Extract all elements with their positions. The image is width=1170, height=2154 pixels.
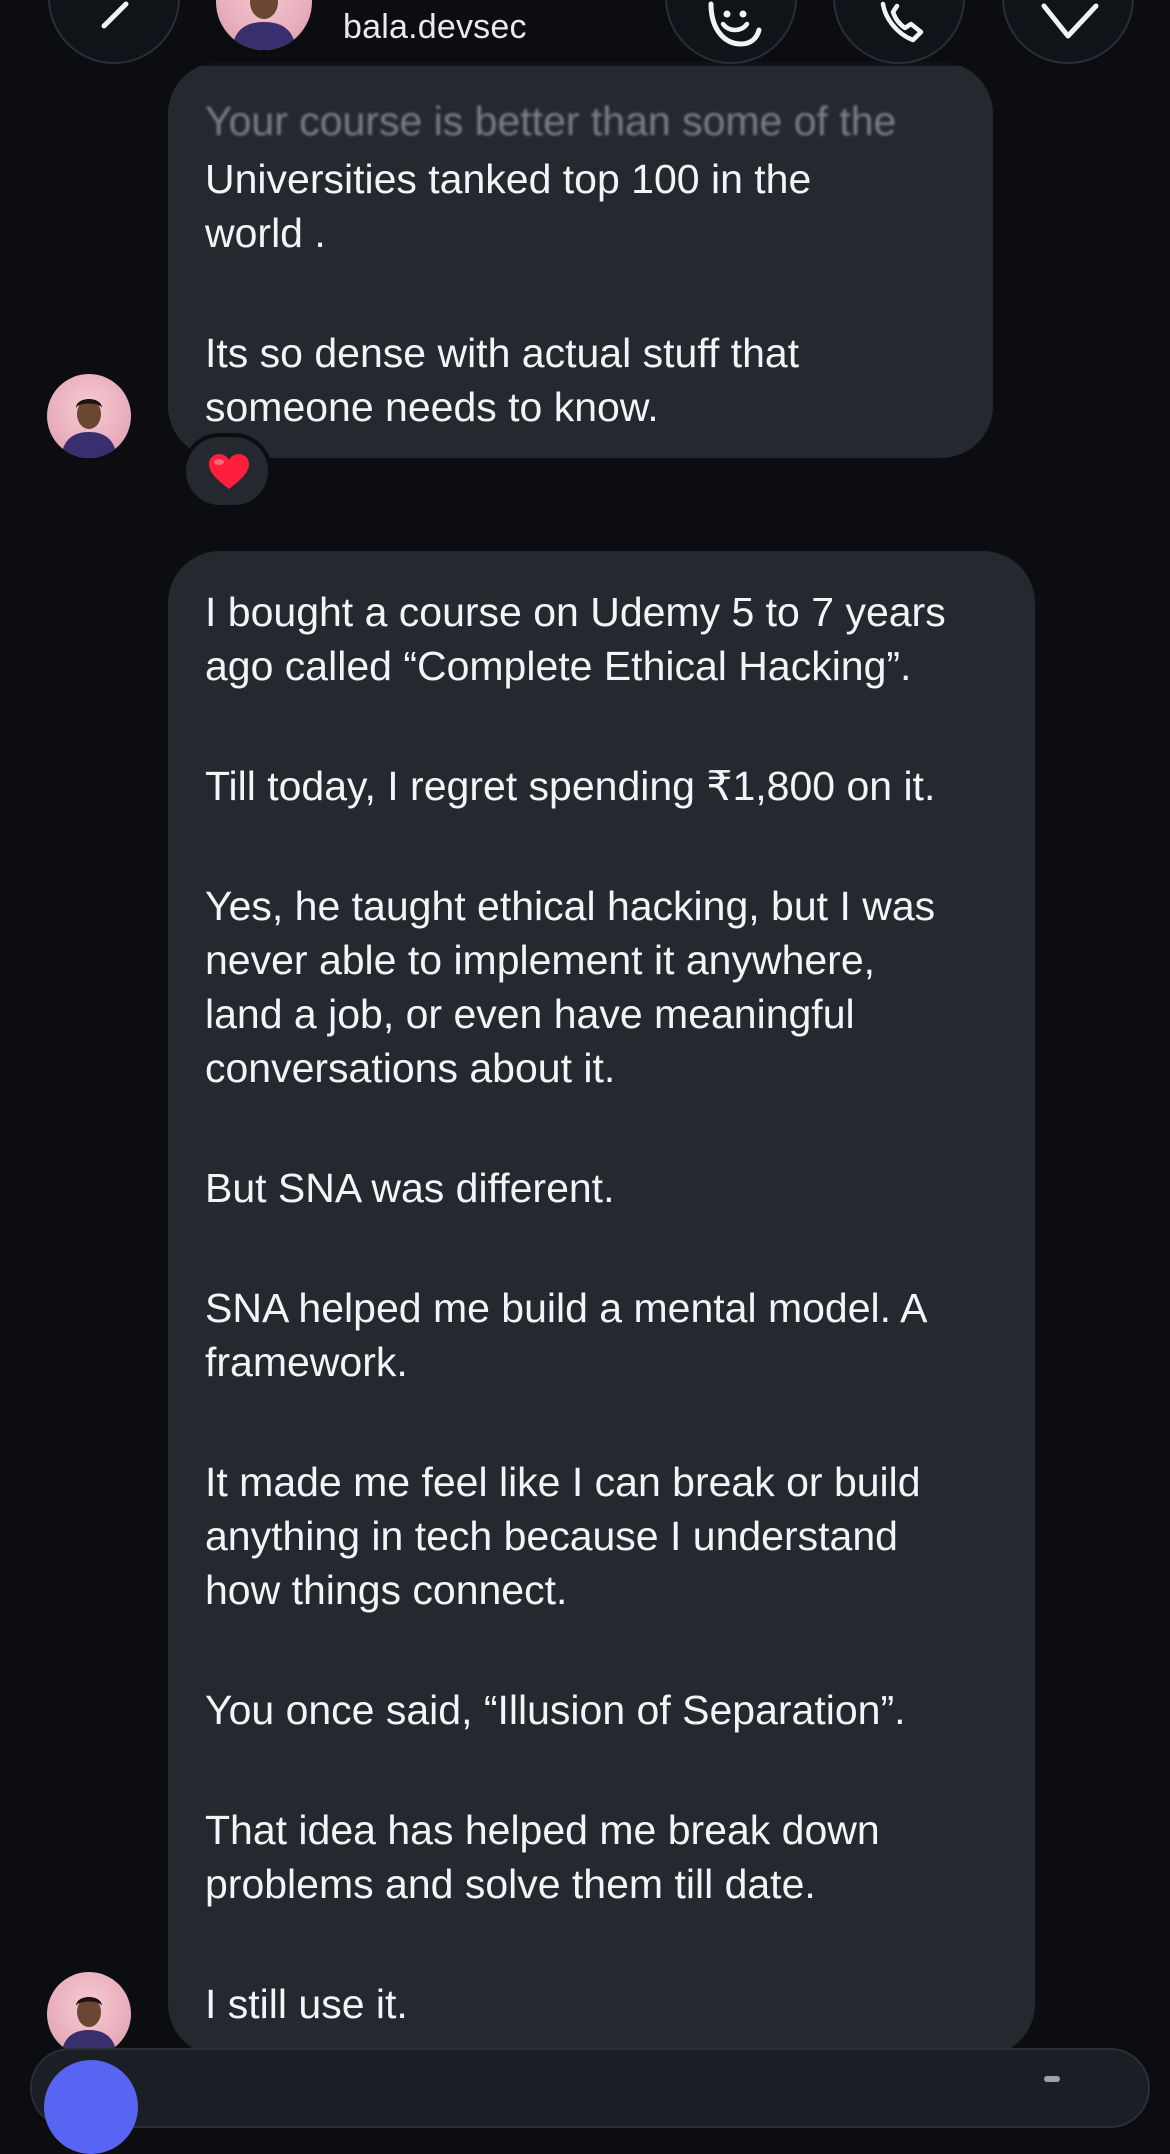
header-username[interactable]: bala.devsec — [343, 8, 527, 47]
heart-icon — [209, 454, 249, 489]
chevron-left-icon — [101, 1, 129, 29]
phone-icon — [880, 1, 924, 43]
message-paragraph: I still use it. — [205, 1981, 408, 2027]
message-paragraph: You once said, “Illusion of Separation”. — [205, 1687, 906, 1733]
message-paragraph: But SNA was different. — [205, 1165, 615, 1211]
camera-button[interactable] — [44, 2060, 138, 2154]
message-composer[interactable] — [30, 2048, 1150, 2128]
message-paragraph: I bought a course on Udemy 5 to 7 years … — [205, 589, 946, 689]
tag-icon — [1041, 3, 1099, 39]
message-paragraph: Universities tanked top 100 in the world… — [205, 156, 812, 256]
message-paragraph: Its so dense with actual stuff that some… — [205, 330, 800, 430]
avatar-person-icon — [61, 399, 117, 458]
message-bubble[interactable]: I bought a course on Udemy 5 to 7 years … — [168, 551, 1035, 2056]
message-paragraph: SNA helped me build a mental model. A fr… — [205, 1285, 928, 1385]
composer-handle — [1044, 2076, 1060, 2082]
sender-avatar[interactable] — [47, 1972, 131, 2056]
avatar-person-icon — [61, 1997, 117, 2056]
faded-message-line: Your course is better than some of the — [205, 98, 897, 144]
sender-avatar[interactable] — [47, 374, 131, 458]
message-paragraph: Till today, I regret spending ₹1,800 on … — [205, 763, 936, 809]
message-paragraph: That idea has helped me break down probl… — [205, 1807, 880, 1907]
message-paragraph: It made me feel like I can break or buil… — [205, 1459, 921, 1613]
sticker-face-icon — [708, 1, 762, 47]
message-paragraph: Yes, he taught ethical hacking, but I wa… — [205, 883, 936, 1091]
heart-reaction[interactable] — [182, 433, 272, 509]
